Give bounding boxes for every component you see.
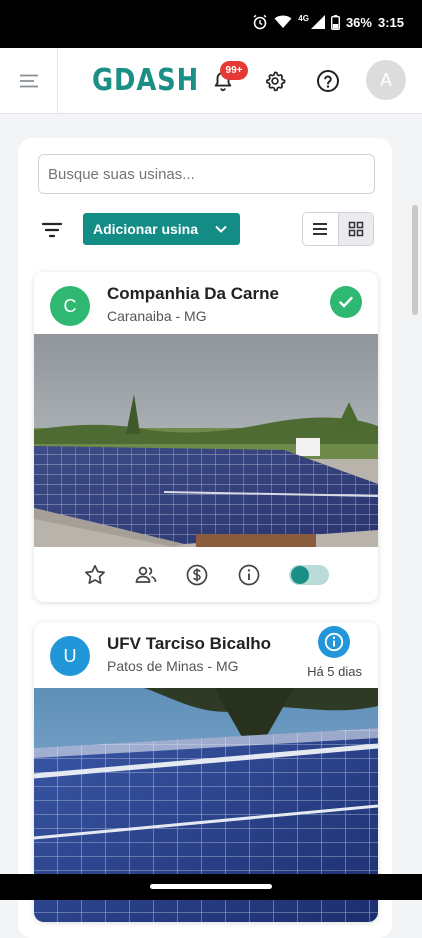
status-ok-badge bbox=[330, 286, 362, 318]
menu-button[interactable] bbox=[0, 48, 58, 114]
list-icon bbox=[313, 223, 328, 235]
clock: 3:15 bbox=[377, 14, 404, 30]
menu-icon bbox=[19, 74, 38, 88]
view-toggle bbox=[302, 212, 374, 246]
dollar-icon bbox=[186, 564, 208, 586]
plant-photo bbox=[34, 334, 378, 547]
network-label: 4G bbox=[298, 13, 309, 23]
system-nav-bar bbox=[0, 874, 422, 900]
status-info-badge bbox=[318, 626, 350, 658]
plant-name: Companhia Da Carne bbox=[107, 284, 279, 303]
star-icon bbox=[85, 564, 105, 584]
search-input[interactable] bbox=[38, 154, 375, 194]
finance-button[interactable] bbox=[185, 563, 209, 587]
add-plant-button[interactable]: Adicionar usina bbox=[83, 213, 240, 245]
info-icon bbox=[324, 632, 344, 652]
help-button[interactable] bbox=[313, 66, 343, 96]
plant-card[interactable]: C Companhia Da Carne Caranaiba - MG bbox=[34, 272, 378, 602]
add-plant-label: Adicionar usina bbox=[93, 221, 199, 237]
alarm-icon bbox=[253, 14, 267, 30]
notification-badge: 99+ bbox=[220, 61, 248, 80]
plant-active-toggle[interactable] bbox=[289, 565, 329, 585]
grid-view-button[interactable] bbox=[337, 213, 373, 245]
last-update-time: Há 5 dias bbox=[307, 664, 362, 679]
list-view-button[interactable] bbox=[303, 213, 338, 245]
info-icon bbox=[238, 564, 260, 586]
check-icon bbox=[339, 296, 353, 308]
plant-location: Patos de Minas - MG bbox=[107, 658, 239, 674]
battery-level: 36% bbox=[345, 14, 372, 30]
grid-icon bbox=[348, 221, 364, 237]
home-gesture-bar[interactable] bbox=[150, 884, 272, 889]
filter-icon bbox=[41, 222, 63, 238]
gdash-logo[interactable]: GDASH bbox=[92, 64, 199, 98]
plant-initial: C bbox=[50, 286, 90, 326]
scrollbar[interactable] bbox=[412, 205, 418, 315]
status-bar: 4G 36% 3:15 bbox=[0, 0, 422, 48]
signal-icon bbox=[310, 15, 325, 29]
battery-icon bbox=[330, 14, 340, 30]
chevron-down-icon bbox=[215, 225, 227, 233]
users-button[interactable] bbox=[134, 563, 158, 587]
filter-button[interactable] bbox=[40, 218, 64, 242]
plant-location: Caranaiba - MG bbox=[107, 308, 207, 324]
app-header: GDASH bbox=[0, 48, 422, 114]
plant-initial: U bbox=[50, 636, 90, 676]
help-icon bbox=[317, 70, 339, 92]
gear-icon bbox=[266, 71, 286, 92]
plant-name: UFV Tarciso Bicalho bbox=[107, 634, 272, 653]
favorite-button[interactable] bbox=[83, 563, 107, 587]
settings-button[interactable] bbox=[260, 66, 290, 96]
info-button[interactable] bbox=[237, 563, 261, 587]
avatar[interactable]: A bbox=[366, 60, 406, 100]
users-icon bbox=[135, 566, 157, 583]
wifi-icon bbox=[274, 15, 292, 28]
